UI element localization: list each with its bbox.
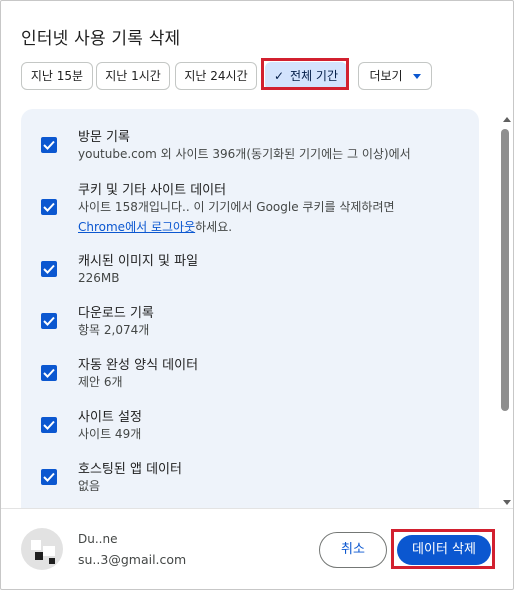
item-description: 없음 — [78, 479, 101, 493]
check-icon: ✓ — [273, 69, 285, 83]
item-description-line2: Chrome에서 로그아웃하세요. — [78, 220, 233, 234]
item-title: 호스팅된 앱 데이터 — [78, 462, 182, 477]
scroll-up-arrow-icon[interactable] — [503, 117, 511, 122]
chip-last-15-min[interactable]: 지난 15분 — [21, 62, 93, 90]
item-title: 캐시된 이미지 및 파일 — [78, 254, 199, 269]
item-description: 사이트 49개 — [78, 427, 142, 441]
item-title: 다운로드 기록 — [78, 306, 154, 321]
avatar — [21, 528, 63, 570]
delete-data-button[interactable]: 데이터 삭제 — [397, 535, 491, 565]
checkmark-icon — [43, 264, 55, 274]
item-title: 사이트 설정 — [78, 410, 142, 425]
chevron-down-icon — [412, 74, 421, 79]
checkbox-site-settings[interactable] — [41, 417, 57, 433]
checkbox-autofill[interactable] — [41, 365, 57, 381]
checkmark-icon — [43, 316, 55, 326]
chip-last-hour[interactable]: 지난 1시간 — [96, 62, 170, 90]
item-title: 자동 완성 양식 데이터 — [78, 358, 199, 373]
checkmark-icon — [43, 420, 55, 430]
checkmark-icon — [43, 368, 55, 378]
checkbox-download-history[interactable] — [41, 313, 57, 329]
item-description: 226MB — [78, 271, 120, 285]
dialog-title: 인터넷 사용 기록 삭제 — [21, 29, 181, 49]
more-options-dropdown[interactable]: 더보기 — [358, 62, 432, 90]
checkbox-cookies[interactable] — [41, 199, 57, 215]
cancel-button[interactable]: 취소 — [319, 532, 387, 568]
item-description: 사이트 158개입니다.. 이 기기에서 Google 쿠키를 삭제하려면 — [78, 200, 395, 214]
checkmark-icon — [43, 140, 55, 150]
data-types-panel: 방문 기록 youtube.com 외 사이트 396개(동기화된 기기에는 그… — [21, 109, 479, 509]
checkmark-icon — [43, 472, 55, 482]
scrollbar-thumb[interactable] — [501, 129, 509, 411]
checkbox-browsing-history[interactable] — [41, 137, 57, 153]
chip-last-24-hours[interactable]: 지난 24시간 — [175, 62, 257, 90]
item-description: 항목 2,074개 — [78, 323, 150, 337]
scroll-down-arrow-icon[interactable] — [503, 500, 511, 505]
account-name: Du..ne — [78, 532, 118, 546]
clear-browsing-data-dialog: 인터넷 사용 기록 삭제 지난 15분 지난 1시간 지난 24시간 ✓ 전체 기… — [0, 0, 514, 590]
sign-out-link[interactable]: Chrome에서 로그아웃 — [78, 220, 195, 234]
chip-all-time[interactable]: ✓ 전체 기간 — [265, 62, 347, 90]
item-title: 쿠키 및 기타 사이트 데이터 — [78, 183, 227, 198]
footer-divider — [1, 508, 513, 509]
item-description: youtube.com 외 사이트 396개(동기화된 기기에는 그 이상)에서 — [78, 147, 411, 161]
checkbox-cache[interactable] — [41, 261, 57, 277]
checkbox-hosted-app-data[interactable] — [41, 469, 57, 485]
item-description: 제안 6개 — [78, 375, 123, 389]
checkmark-icon — [43, 202, 55, 212]
account-email: su..3@gmail.com — [78, 552, 187, 567]
item-title: 방문 기록 — [78, 130, 130, 145]
